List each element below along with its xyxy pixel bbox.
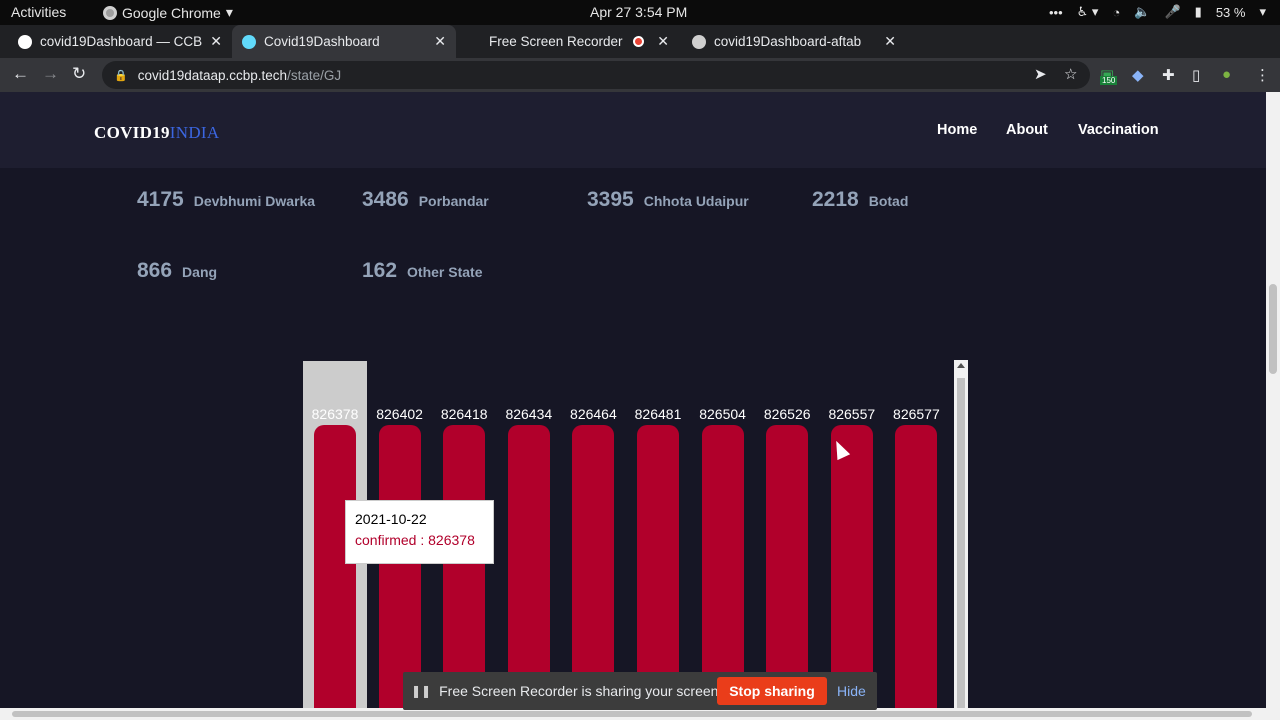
- react-icon: [242, 34, 256, 49]
- chart-bar[interactable]: [378, 425, 421, 708]
- reload-icon[interactable]: ↻: [72, 64, 86, 84]
- close-icon[interactable]: ✕: [657, 33, 669, 50]
- tooltip-value: confirmed : 826378: [355, 532, 475, 548]
- close-icon[interactable]: ✕: [434, 33, 446, 50]
- chart-bar[interactable]: [766, 425, 809, 708]
- side-panel-icon[interactable]: ▯: [1192, 66, 1200, 84]
- chevron-down-icon: ▾: [225, 4, 233, 20]
- bar-value-label: 826526: [763, 406, 811, 422]
- close-icon[interactable]: ✕: [884, 33, 896, 50]
- battery-icon: ▮: [1194, 4, 1202, 19]
- profile-avatar[interactable]: ●: [1222, 66, 1231, 83]
- page-scrollbar[interactable]: [1266, 92, 1280, 708]
- accessibility-icon[interactable]: ♿ ▾: [1077, 4, 1099, 20]
- bar-value-label: 826577: [893, 406, 940, 422]
- more-menu-icon[interactable]: ⋮: [1255, 66, 1270, 84]
- back-icon[interactable]: ←: [12, 64, 29, 84]
- app-menu-label: Google Chrome: [122, 4, 221, 21]
- screen-sharing-banner: ❚❚ Free Screen Recorder is sharing your …: [403, 672, 877, 710]
- scroll-up-icon[interactable]: [957, 363, 965, 368]
- microphone-icon: 🎤: [1164, 4, 1181, 19]
- hide-button[interactable]: Hide: [837, 683, 866, 699]
- bar-value-label: 826378: [311, 406, 359, 422]
- tab-covid19dashboard-github[interactable]: covid19Dashboard-aftab ✕: [682, 25, 906, 58]
- tab-ccbp-dashboard[interactable]: covid19Dashboard — CCB ✕: [8, 25, 232, 58]
- tooltip-date: 2021-10-22: [355, 511, 427, 527]
- more-icon[interactable]: •••: [1049, 5, 1063, 20]
- chart-bar[interactable]: [572, 425, 615, 708]
- url-host: covid19dataap.ccbp.tech: [137, 67, 288, 83]
- extensions-puzzle-icon[interactable]: ✚: [1162, 66, 1175, 84]
- extension-badge: 150: [1100, 76, 1118, 85]
- bookmark-star-icon[interactable]: ☆: [1064, 65, 1077, 83]
- tab-strip: covid19Dashboard — CCB ✕ Covid19Dashboar…: [0, 25, 1280, 76]
- github-icon: [692, 34, 706, 49]
- confirmed-bar-chart: 826378 826402 826418 826434 826464 826481 8265…: [0, 92, 1266, 708]
- clock[interactable]: Apr 27 3:54 PM: [590, 4, 687, 20]
- chart-scrollbar-thumb[interactable]: [957, 378, 965, 708]
- tab-title: Free Screen Recorder: [489, 34, 623, 49]
- recording-icon: [632, 36, 644, 47]
- system-tray[interactable]: ••• ♿ ▾ ◔ 🔈 🎤 ▮ 53 % ▾: [1049, 4, 1266, 20]
- bar-value-label: 826402: [376, 406, 423, 422]
- chart-bar[interactable]: [895, 425, 938, 708]
- url-path: /state/GJ: [287, 67, 342, 83]
- system-top-bar: Activities Google Chrome ▾ Apr 27 3:54 P…: [0, 0, 1280, 25]
- chart-bar[interactable]: [830, 425, 873, 708]
- bar-value-label: 826481: [634, 406, 682, 422]
- bar-value-label: 826504: [699, 406, 746, 422]
- tab-title: covid19Dashboard — CCB: [40, 34, 203, 49]
- chart-scrollbar[interactable]: [954, 360, 968, 708]
- pause-icon: ❚❚: [411, 684, 432, 698]
- sharing-message: Free Screen Recorder is sharing your scr…: [439, 683, 723, 699]
- chart-bar[interactable]: [507, 425, 550, 708]
- wifi-icon: ◔: [1112, 4, 1121, 20]
- send-icon[interactable]: ➤: [1034, 65, 1047, 83]
- page-scrollbar-thumb[interactable]: [1269, 284, 1277, 374]
- tab-free-screen-recorder[interactable]: Free Screen Recorder ✕: [479, 25, 679, 58]
- github-icon: [18, 34, 32, 49]
- bar-value-label: 826557: [828, 406, 876, 422]
- page-content: COVID19INDIA Home About Vaccination 4175…: [0, 92, 1266, 708]
- chart-tooltip: 2021-10-22 confirmed : 826378: [345, 500, 494, 564]
- address-bar[interactable]: 🔒 covid19dataap.ccbp.tech/state/GJ ➤ ☆: [102, 61, 1090, 89]
- volume-icon: 🔈: [1134, 4, 1151, 19]
- tab-title: Covid19Dashboard: [264, 34, 380, 49]
- lock-icon[interactable]: 🔒: [114, 69, 128, 82]
- chrome-icon: [103, 5, 117, 20]
- bar-value-label: 826418: [440, 406, 488, 422]
- close-icon[interactable]: ✕: [210, 33, 222, 50]
- forward-icon[interactable]: →: [42, 64, 59, 84]
- tab-title: covid19Dashboard-aftab: [714, 34, 862, 49]
- tab-covid19dashboard[interactable]: Covid19Dashboard ✕: [232, 25, 456, 58]
- horizontal-scrollbar-thumb[interactable]: [12, 711, 1252, 717]
- stop-sharing-button[interactable]: Stop sharing: [717, 677, 827, 705]
- toolbar: ← → ↻ 🔒 covid19dataap.ccbp.tech/state/GJ…: [0, 58, 1280, 92]
- chart-bar[interactable]: [443, 425, 486, 708]
- battery-percent: 53 %: [1215, 4, 1246, 20]
- app-menu[interactable]: Google Chrome ▾: [103, 4, 233, 21]
- chart-bar[interactable]: [314, 425, 356, 708]
- activities-button[interactable]: Activities: [11, 4, 66, 20]
- bar-value-label: 826464: [570, 406, 617, 422]
- chart-bar[interactable]: [637, 425, 679, 708]
- chart-bar[interactable]: [701, 425, 744, 708]
- extension-icon[interactable]: ◆: [1132, 66, 1144, 84]
- bar-value-label: 826434: [505, 406, 553, 422]
- chevron-down-icon[interactable]: ▾: [1259, 4, 1266, 20]
